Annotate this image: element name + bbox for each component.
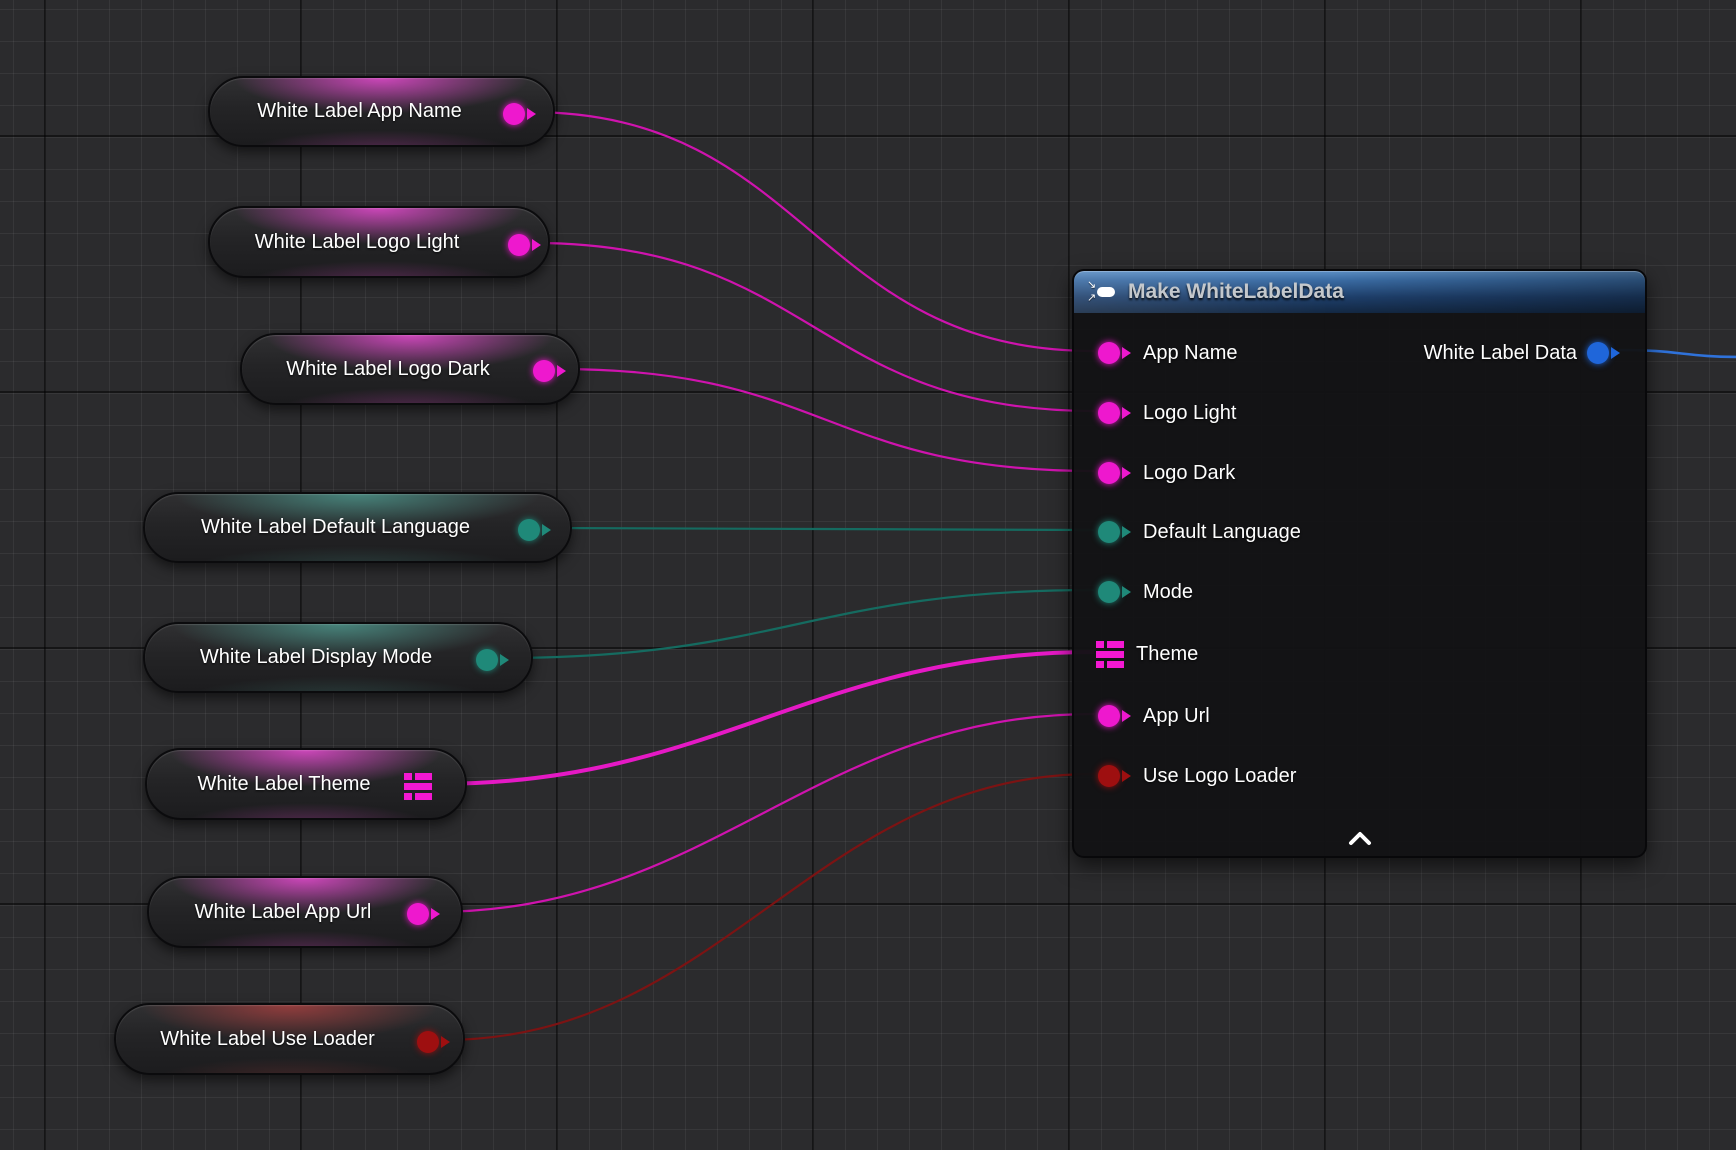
input-pin-icon[interactable] <box>1098 342 1131 364</box>
variable-getter-node[interactable]: White Label App Name <box>208 76 555 147</box>
pin-ball <box>1098 342 1120 364</box>
pin-wedge <box>557 365 566 377</box>
variable-getter-node[interactable]: White Label Theme <box>145 748 467 820</box>
variable-output-pin-icon[interactable] <box>503 103 536 125</box>
variable-name-label: White Label Display Mode <box>165 624 467 691</box>
pin-wedge <box>500 654 509 666</box>
pin-wedge <box>431 908 440 920</box>
pin-ball <box>407 903 429 925</box>
pin-wedge <box>527 108 536 120</box>
wire-connection[interactable] <box>559 369 1094 471</box>
struct-output-pin-icon[interactable] <box>1587 342 1620 364</box>
node-header[interactable]: ↘ ↗ Make WhiteLabelData <box>1074 271 1645 313</box>
wire-connection[interactable] <box>433 714 1094 912</box>
variable-getter-node[interactable]: White Label Logo Light <box>208 206 550 278</box>
input-pin-row: Theme <box>1074 632 1198 676</box>
pin-wedge <box>1122 347 1131 359</box>
variable-getter-node[interactable]: White Label Default Language <box>143 492 572 563</box>
variable-output-pin-icon[interactable] <box>417 1031 450 1053</box>
input-pin-icon[interactable] <box>1098 581 1131 603</box>
variable-name-label: White Label App Url <box>169 878 397 946</box>
pin-wedge <box>1122 407 1131 419</box>
wire-connection[interactable] <box>534 243 1094 411</box>
input-pin-row: App Name <box>1074 331 1238 375</box>
node-title: Make WhiteLabelData <box>1128 280 1344 304</box>
pin-label: Logo Dark <box>1143 462 1235 485</box>
struct-pin-icon[interactable] <box>1096 641 1124 668</box>
variable-getter-node[interactable]: White Label Use Loader <box>114 1003 465 1075</box>
wire-connection[interactable] <box>436 652 1094 784</box>
collapse-node-button[interactable] <box>1347 830 1373 848</box>
output-pin-row: White Label Data <box>1424 331 1645 375</box>
pin-label: Theme <box>1136 643 1198 666</box>
pin-ball <box>1098 765 1120 787</box>
pin-ball <box>518 519 540 541</box>
input-pin-icon[interactable] <box>1098 521 1131 543</box>
chevron-up-icon <box>1347 830 1373 848</box>
variable-name-label: White Label Logo Light <box>230 208 484 276</box>
wire-connection[interactable] <box>544 528 1094 530</box>
input-pin-icon[interactable] <box>1098 462 1131 484</box>
pin-ball <box>508 234 530 256</box>
pin-wedge <box>1122 526 1131 538</box>
input-pin-icon[interactable] <box>1098 402 1131 424</box>
pin-wedge <box>1122 770 1131 782</box>
input-pin-row: Logo Light <box>1074 391 1236 435</box>
pin-wedge <box>1122 710 1131 722</box>
pin-ball <box>476 649 498 671</box>
variable-name-label: White Label Default Language <box>165 494 506 561</box>
make-struct-icon: ↘ ↗ <box>1086 279 1118 305</box>
variable-name-label: White Label Theme <box>167 750 401 818</box>
variable-getter-node[interactable]: White Label Logo Dark <box>240 333 580 405</box>
input-pin-row: Logo Dark <box>1074 451 1235 495</box>
pin-ball <box>1098 462 1120 484</box>
input-pin-row: Use Logo Loader <box>1074 754 1296 798</box>
struct-pin-icon[interactable] <box>404 773 432 800</box>
pin-ball <box>503 103 525 125</box>
pin-ball <box>533 360 555 382</box>
variable-getter-node[interactable]: White Label Display Mode <box>143 622 533 693</box>
variable-output-pin-icon[interactable] <box>518 519 551 541</box>
input-pin-row: App Url <box>1074 694 1210 738</box>
pin-wedge <box>532 239 541 251</box>
variable-output-pin-icon[interactable] <box>407 903 440 925</box>
make-whitelabeldata-node[interactable]: ↘ ↗ Make WhiteLabelData White Label Data <box>1072 269 1647 858</box>
pin-ball <box>1098 402 1120 424</box>
output-pin-label: White Label Data <box>1424 342 1577 365</box>
variable-output-pin-icon[interactable] <box>476 649 509 671</box>
pin-label: Default Language <box>1143 521 1301 544</box>
input-pin-row: Mode <box>1074 570 1193 614</box>
wire-connection[interactable] <box>443 774 1094 1040</box>
pin-wedge <box>542 524 551 536</box>
variable-output-pin-icon[interactable] <box>533 360 566 382</box>
input-pin-icon[interactable] <box>1098 765 1131 787</box>
pin-label: App Name <box>1143 342 1238 365</box>
variable-output-pin-icon[interactable] <box>508 234 541 256</box>
arrow-in-icon: ↗ <box>1087 293 1096 304</box>
pin-wedge <box>1122 467 1131 479</box>
pin-label: Logo Light <box>1143 402 1236 425</box>
arrow-in-icon: ↘ <box>1087 280 1096 291</box>
pin-ball <box>1098 705 1120 727</box>
pin-label: Mode <box>1143 581 1193 604</box>
pin-wedge <box>1611 347 1620 359</box>
input-pin-row: Default Language <box>1074 510 1301 554</box>
variable-name-label: White Label App Name <box>230 78 489 145</box>
wire-connection[interactable] <box>529 112 1094 351</box>
struct-pill-glyph <box>1097 287 1115 297</box>
pin-wedge <box>1122 586 1131 598</box>
pin-label: Use Logo Loader <box>1143 765 1296 788</box>
variable-name-label: White Label Logo Dark <box>262 335 514 403</box>
pin-wedge <box>441 1036 450 1048</box>
input-pin-icon[interactable] <box>1098 705 1131 727</box>
pin-label: App Url <box>1143 705 1210 728</box>
pin-ball <box>1098 581 1120 603</box>
variable-getter-node[interactable]: White Label App Url <box>147 876 463 948</box>
pin-ball <box>417 1031 439 1053</box>
wire-connection[interactable] <box>502 590 1094 658</box>
variable-name-label: White Label Use Loader <box>136 1005 399 1073</box>
blueprint-graph-canvas[interactable]: ↘ ↗ Make WhiteLabelData White Label Data <box>0 0 1736 1150</box>
pin-ball <box>1587 342 1609 364</box>
pin-ball <box>1098 521 1120 543</box>
